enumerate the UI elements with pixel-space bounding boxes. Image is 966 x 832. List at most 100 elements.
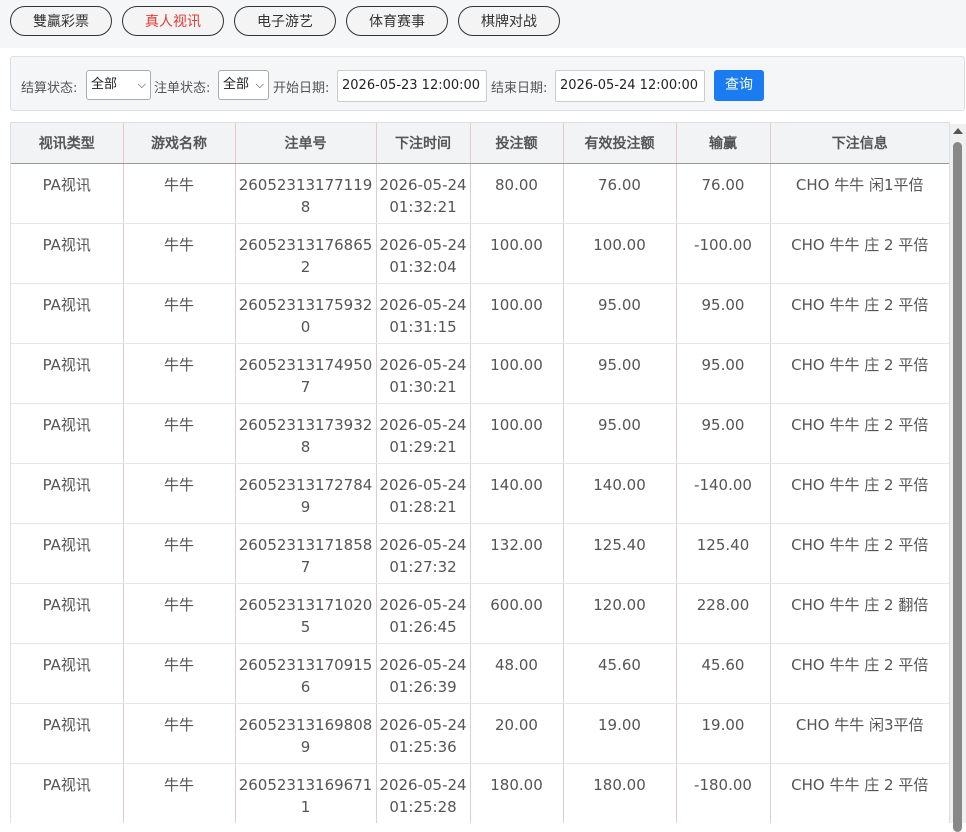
- bet-info-cell: CHO 牛牛 庄 2 平倍: [770, 463, 949, 524]
- table-row: PA视讯 牛牛 260523131739328 2026-05-24 01:29:21…: [11, 403, 949, 464]
- bet-amount-cell: 20.00: [470, 703, 564, 764]
- tab-electronic-games[interactable]: 电子游艺: [234, 6, 336, 36]
- video-type-cell: PA视讯: [11, 583, 124, 644]
- bet-amount-cell: 100.00: [470, 223, 564, 284]
- bet-time-cell: 2026-05-24 01:30:21: [376, 343, 471, 404]
- order-number-cell: 260523131696711: [235, 763, 377, 823]
- bet-time-cell: 2026-05-24 01:31:15: [376, 283, 471, 344]
- game-name-cell: 牛牛: [123, 403, 236, 464]
- bet-records-table: 视讯类型 游戏名称 注单号 下注时间 投注额 有效投注额 输赢 下注信息 PA视…: [10, 122, 950, 823]
- order-status-select[interactable]: 全部 ⌵: [218, 70, 269, 100]
- game-name-cell: 牛牛: [123, 763, 236, 823]
- bet-amount-cell: 80.00: [470, 163, 564, 224]
- bet-info-cell: CHO 牛牛 庄 2 翻倍: [770, 583, 949, 644]
- column-header: 有效投注额: [563, 123, 677, 164]
- win-loss-cell: 95.00: [676, 403, 771, 464]
- bet-info-cell: CHO 牛牛 庄 2 平倍: [770, 283, 949, 344]
- filter-bar: 结算状态: 全部 ⌵ 注单状态: 全部 ⌵ 开始日期: 2026-05-23 1…: [10, 56, 965, 111]
- order-number-cell: 260523131768652: [235, 223, 377, 284]
- win-loss-cell: 95.00: [676, 343, 771, 404]
- settle-status-select[interactable]: 全部 ⌵: [86, 70, 151, 100]
- video-type-cell: PA视讯: [11, 643, 124, 704]
- end-date-input[interactable]: 2026-05-24 12:00:00: [555, 70, 705, 102]
- win-loss-cell: 45.60: [676, 643, 771, 704]
- column-header: 下注时间: [376, 123, 471, 164]
- column-header: 注单号: [235, 123, 377, 164]
- bet-info-cell: CHO 牛牛 庄 2 平倍: [770, 343, 949, 404]
- settle-status-value: 全部: [91, 77, 118, 92]
- vertical-scrollbar[interactable]: [950, 124, 966, 832]
- chevron-down-icon: ⌵: [255, 78, 264, 91]
- valid-bet-cell: 95.00: [563, 403, 677, 464]
- query-button[interactable]: 查询: [714, 70, 764, 101]
- order-number-cell: 260523131771198: [235, 163, 377, 224]
- order-number-cell: 260523131759320: [235, 283, 377, 344]
- tab-lottery[interactable]: 雙贏彩票: [10, 6, 112, 36]
- bet-amount-cell: 180.00: [470, 763, 564, 823]
- valid-bet-cell: 76.00: [563, 163, 677, 224]
- bet-time-cell: 2026-05-24 01:27:32: [376, 523, 471, 584]
- order-number-cell: 260523131698089: [235, 703, 377, 764]
- table-row: PA视讯 牛牛 260523131749507 2026-05-24 01:30:21…: [11, 343, 949, 404]
- chevron-down-icon: ⌵: [137, 78, 146, 91]
- video-type-cell: PA视讯: [11, 523, 124, 584]
- table-row: PA视讯 牛牛 260523131727849 2026-05-24 01:28:21…: [11, 463, 949, 524]
- video-type-cell: PA视讯: [11, 403, 124, 464]
- game-name-cell: 牛牛: [123, 343, 236, 404]
- scroll-up-arrow-icon[interactable]: [953, 128, 963, 134]
- video-type-cell: PA视讯: [11, 463, 124, 524]
- win-loss-cell: 76.00: [676, 163, 771, 224]
- tab-live-video[interactable]: 真人视讯: [122, 6, 224, 36]
- win-loss-cell: 95.00: [676, 283, 771, 344]
- tab-sports[interactable]: 体育赛事: [346, 6, 448, 36]
- start-date-label: 开始日期:: [273, 81, 330, 96]
- bet-time-cell: 2026-05-24 01:32:04: [376, 223, 471, 284]
- end-date-label: 结束日期:: [491, 81, 548, 96]
- table-header-row: 视讯类型 游戏名称 注单号 下注时间 投注额 有效投注额 输赢 下注信息: [11, 123, 949, 164]
- table-row: PA视讯 牛牛 260523131759320 2026-05-24 01:31:15…: [11, 283, 949, 344]
- game-name-cell: 牛牛: [123, 583, 236, 644]
- game-name-cell: 牛牛: [123, 163, 236, 224]
- order-number-cell: 260523131718587: [235, 523, 377, 584]
- scroll-thumb[interactable]: [953, 142, 962, 832]
- settle-status-label: 结算状态:: [21, 81, 78, 96]
- bet-time-cell: 2026-05-24 01:29:21: [376, 403, 471, 464]
- table-row: PA视讯 牛牛 260523131698089 2026-05-24 01:25:36…: [11, 703, 949, 764]
- bet-amount-cell: 132.00: [470, 523, 564, 584]
- table-row: PA视讯 牛牛 260523131710205 2026-05-24 01:26:45…: [11, 583, 949, 644]
- win-loss-cell: 19.00: [676, 703, 771, 764]
- valid-bet-cell: 125.40: [563, 523, 677, 584]
- order-status-label: 注单状态:: [154, 81, 211, 96]
- table-row: PA视讯 牛牛 260523131696711 2026-05-24 01:25:28…: [11, 763, 949, 823]
- win-loss-cell: 125.40: [676, 523, 771, 584]
- bet-amount-cell: 600.00: [470, 583, 564, 644]
- game-name-cell: 牛牛: [123, 283, 236, 344]
- top-tab-bar: 雙贏彩票 真人视讯 电子游艺 体育赛事 棋牌对战: [0, 0, 966, 48]
- bet-amount-cell: 48.00: [470, 643, 564, 704]
- bet-time-cell: 2026-05-24 01:26:39: [376, 643, 471, 704]
- video-type-cell: PA视讯: [11, 163, 124, 224]
- valid-bet-cell: 140.00: [563, 463, 677, 524]
- tab-card-games[interactable]: 棋牌对战: [458, 6, 560, 36]
- table-row: PA视讯 牛牛 260523131718587 2026-05-24 01:27:32…: [11, 523, 949, 584]
- column-header: 输赢: [676, 123, 771, 164]
- order-number-cell: 260523131710205: [235, 583, 377, 644]
- start-date-input[interactable]: 2026-05-23 12:00:00: [337, 70, 487, 102]
- column-header: 视讯类型: [11, 123, 124, 164]
- bet-info-cell: CHO 牛牛 庄 2 平倍: [770, 223, 949, 284]
- column-header: 投注额: [470, 123, 564, 164]
- table-row: PA视讯 牛牛 260523131771198 2026-05-24 01:32:21…: [11, 163, 949, 224]
- bet-amount-cell: 100.00: [470, 283, 564, 344]
- bet-time-cell: 2026-05-24 01:32:21: [376, 163, 471, 224]
- order-number-cell: 260523131727849: [235, 463, 377, 524]
- game-name-cell: 牛牛: [123, 463, 236, 524]
- column-header: 游戏名称: [123, 123, 236, 164]
- valid-bet-cell: 95.00: [563, 343, 677, 404]
- video-type-cell: PA视讯: [11, 703, 124, 764]
- win-loss-cell: -100.00: [676, 223, 771, 284]
- video-type-cell: PA视讯: [11, 763, 124, 823]
- game-name-cell: 牛牛: [123, 703, 236, 764]
- bet-amount-cell: 140.00: [470, 463, 564, 524]
- win-loss-cell: -140.00: [676, 463, 771, 524]
- win-loss-cell: -180.00: [676, 763, 771, 823]
